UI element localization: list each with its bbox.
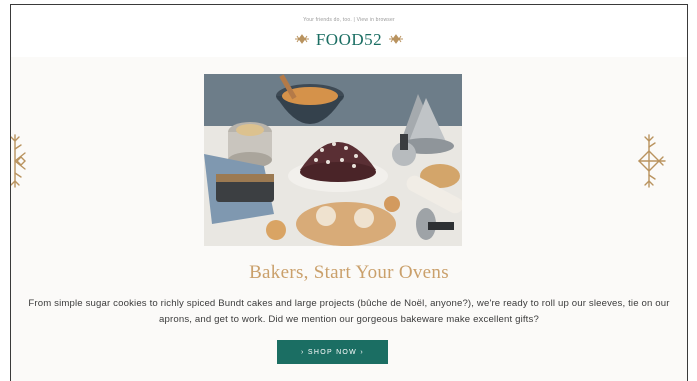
email-header: Your friends do, too. | View in browser … — [11, 5, 687, 57]
leaf-ornament-icon — [388, 31, 404, 49]
hero-description: From simple sugar cookies to richly spic… — [28, 298, 670, 325]
logo[interactable]: FOOD52 — [11, 30, 687, 50]
snowflake-ornament-icon — [637, 133, 667, 194]
email-frame: Your friends do, too. | View in browser … — [10, 4, 688, 381]
leaf-ornament-icon — [294, 31, 310, 49]
shop-now-button[interactable]: › SHOP NOW › — [277, 340, 388, 364]
email-content: Bakers, Start Your Ovens From simple sug… — [11, 57, 687, 381]
logo-wordmark: FOOD52 — [315, 30, 383, 49]
snowflake-ornament-icon — [11, 133, 31, 194]
preheader-text[interactable]: Your friends do, too. | View in browser — [11, 17, 687, 23]
hero-image[interactable] — [204, 74, 462, 246]
hero-title: Bakers, Start Your Ovens — [249, 262, 449, 283]
